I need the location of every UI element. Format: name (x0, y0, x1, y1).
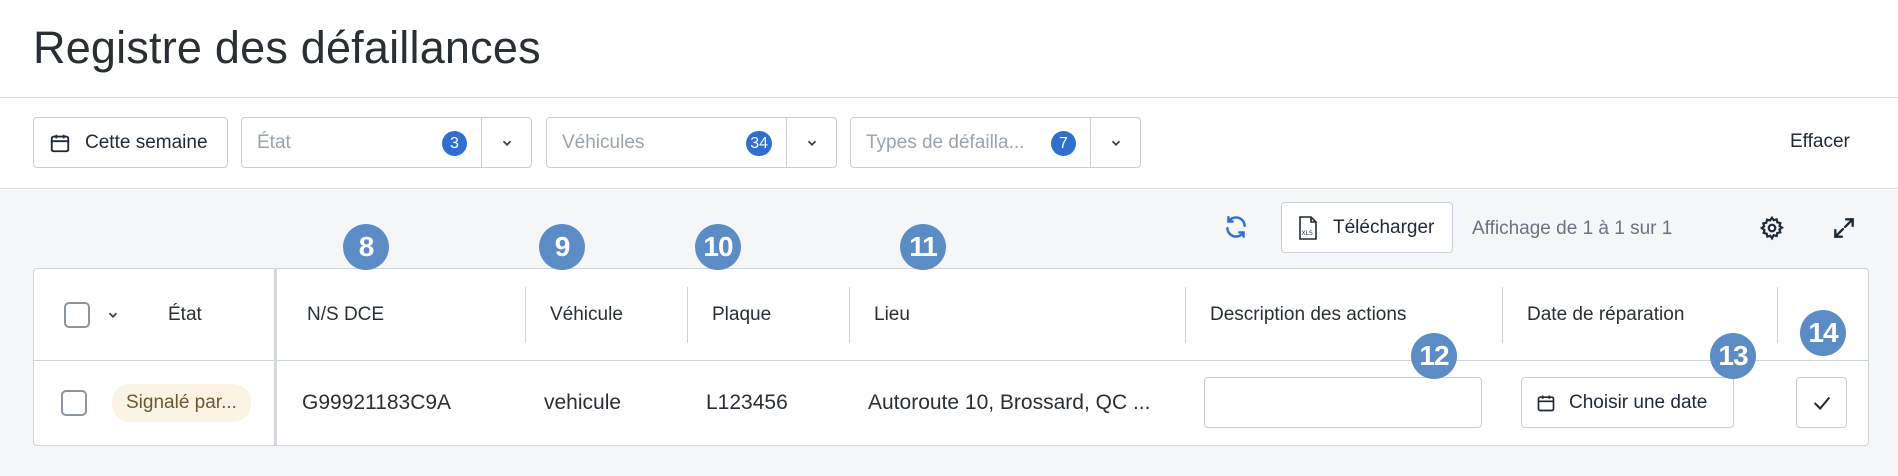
annotation-marker: 14 (1800, 310, 1846, 356)
page-title: Registre des défaillances (33, 22, 541, 73)
filter-bar: Cette semaine État 3 Véhicules 34 Types … (0, 98, 1898, 189)
column-header-ns-dce[interactable]: N/S DCE (307, 269, 384, 361)
etat-filter[interactable]: État 3 (241, 117, 532, 168)
column-separator[interactable] (849, 287, 850, 343)
annotation-marker: 13 (1710, 333, 1756, 379)
vehicules-filter-dropdown-button[interactable] (786, 118, 836, 167)
annotation-marker: 8 (343, 224, 389, 270)
check-icon (1813, 396, 1830, 410)
column-header-plaque[interactable]: Plaque (712, 269, 771, 361)
etat-filter-placeholder: État (257, 131, 291, 153)
types-filter[interactable]: Types de défailla... 7 (850, 117, 1141, 168)
content-area: XLS Télécharger Affichage de 1 à 1 sur 1… (0, 190, 1898, 476)
xls-file-icon: XLS (1299, 215, 1317, 240)
select-all-checkbox-cell (64, 269, 90, 361)
calendar-icon (1537, 395, 1555, 411)
column-header-vehicule[interactable]: Véhicule (550, 269, 623, 361)
annotation-marker: 12 (1411, 333, 1457, 379)
refresh-icon[interactable] (1223, 214, 1249, 240)
period-filter-label: Cette semaine (85, 131, 208, 153)
plaque-cell: L123456 (706, 391, 788, 414)
chevron-down-icon (1111, 140, 1120, 146)
gear-icon[interactable] (1759, 215, 1785, 241)
description-input[interactable] (1204, 377, 1482, 428)
annotation-marker: 10 (695, 224, 741, 270)
row-select-cell (61, 361, 87, 445)
ns-dce-cell: G99921183C9A (302, 391, 452, 414)
column-header-description[interactable]: Description des actions (1210, 269, 1406, 361)
select-all-checkbox[interactable] (64, 302, 90, 328)
column-header-date-reparation[interactable]: Date de réparation (1527, 269, 1684, 361)
expand-icon[interactable] (1831, 215, 1857, 241)
choose-date-button[interactable]: Choisir une date (1521, 377, 1734, 428)
etat-filter-dropdown-button[interactable] (481, 118, 531, 167)
column-separator[interactable] (687, 287, 688, 343)
annotation-marker: 9 (539, 224, 585, 270)
download-button[interactable]: XLS Télécharger (1281, 202, 1453, 253)
failures-table: État N/S DCE Véhicule Plaque Lieu Descri… (33, 268, 1869, 446)
status-cell: Signalé par... (112, 361, 251, 445)
types-filter-placeholder: Types de défailla... (866, 131, 1025, 153)
column-separator[interactable] (1777, 287, 1778, 343)
column-separator[interactable] (525, 287, 526, 343)
column-header-etat[interactable]: État (168, 269, 202, 361)
title-bar: Registre des défaillances (0, 0, 1898, 98)
types-filter-dropdown-button[interactable] (1090, 118, 1140, 167)
etat-filter-field[interactable]: État 3 (242, 118, 481, 167)
annotation-marker: 11 (900, 224, 946, 270)
row-checkbox[interactable] (61, 390, 87, 416)
types-filter-field[interactable]: Types de défailla... 7 (851, 118, 1090, 167)
download-label: Télécharger (1333, 216, 1435, 238)
table-header: État N/S DCE Véhicule Plaque Lieu Descri… (34, 269, 1868, 361)
types-filter-count-badge: 7 (1051, 131, 1076, 156)
vehicules-filter-placeholder: Véhicules (562, 131, 645, 153)
svg-text:XLS: XLS (1302, 230, 1313, 237)
column-header-lieu[interactable]: Lieu (874, 269, 910, 361)
chevron-down-icon (807, 140, 816, 146)
lieu-cell: Autoroute 10, Brossard, QC ... (868, 391, 1151, 414)
pagination-text: Affichage de 1 à 1 sur 1 (1472, 218, 1673, 239)
etat-filter-count-badge: 3 (442, 131, 467, 156)
calendar-icon (50, 134, 70, 152)
vehicules-filter-count-badge: 34 (746, 131, 772, 156)
confirm-button[interactable] (1796, 377, 1847, 428)
column-separator[interactable] (1185, 287, 1186, 343)
period-filter-button[interactable]: Cette semaine (33, 117, 228, 168)
vehicules-filter-field[interactable]: Véhicules 34 (547, 118, 786, 167)
column-separator[interactable] (1502, 287, 1503, 343)
status-badge[interactable]: Signalé par... (112, 384, 251, 422)
vehicules-filter[interactable]: Véhicules 34 (546, 117, 837, 168)
chevron-down-icon (108, 312, 118, 318)
clear-filters-link[interactable]: Effacer (1790, 131, 1850, 153)
choose-date-label: Choisir une date (1569, 391, 1708, 413)
chevron-down-icon (502, 140, 511, 146)
table-row[interactable]: Signalé par... G99921183C9A vehicule L12… (34, 361, 1868, 445)
vehicule-cell: vehicule (544, 391, 622, 414)
select-options-chevron[interactable] (106, 269, 120, 361)
